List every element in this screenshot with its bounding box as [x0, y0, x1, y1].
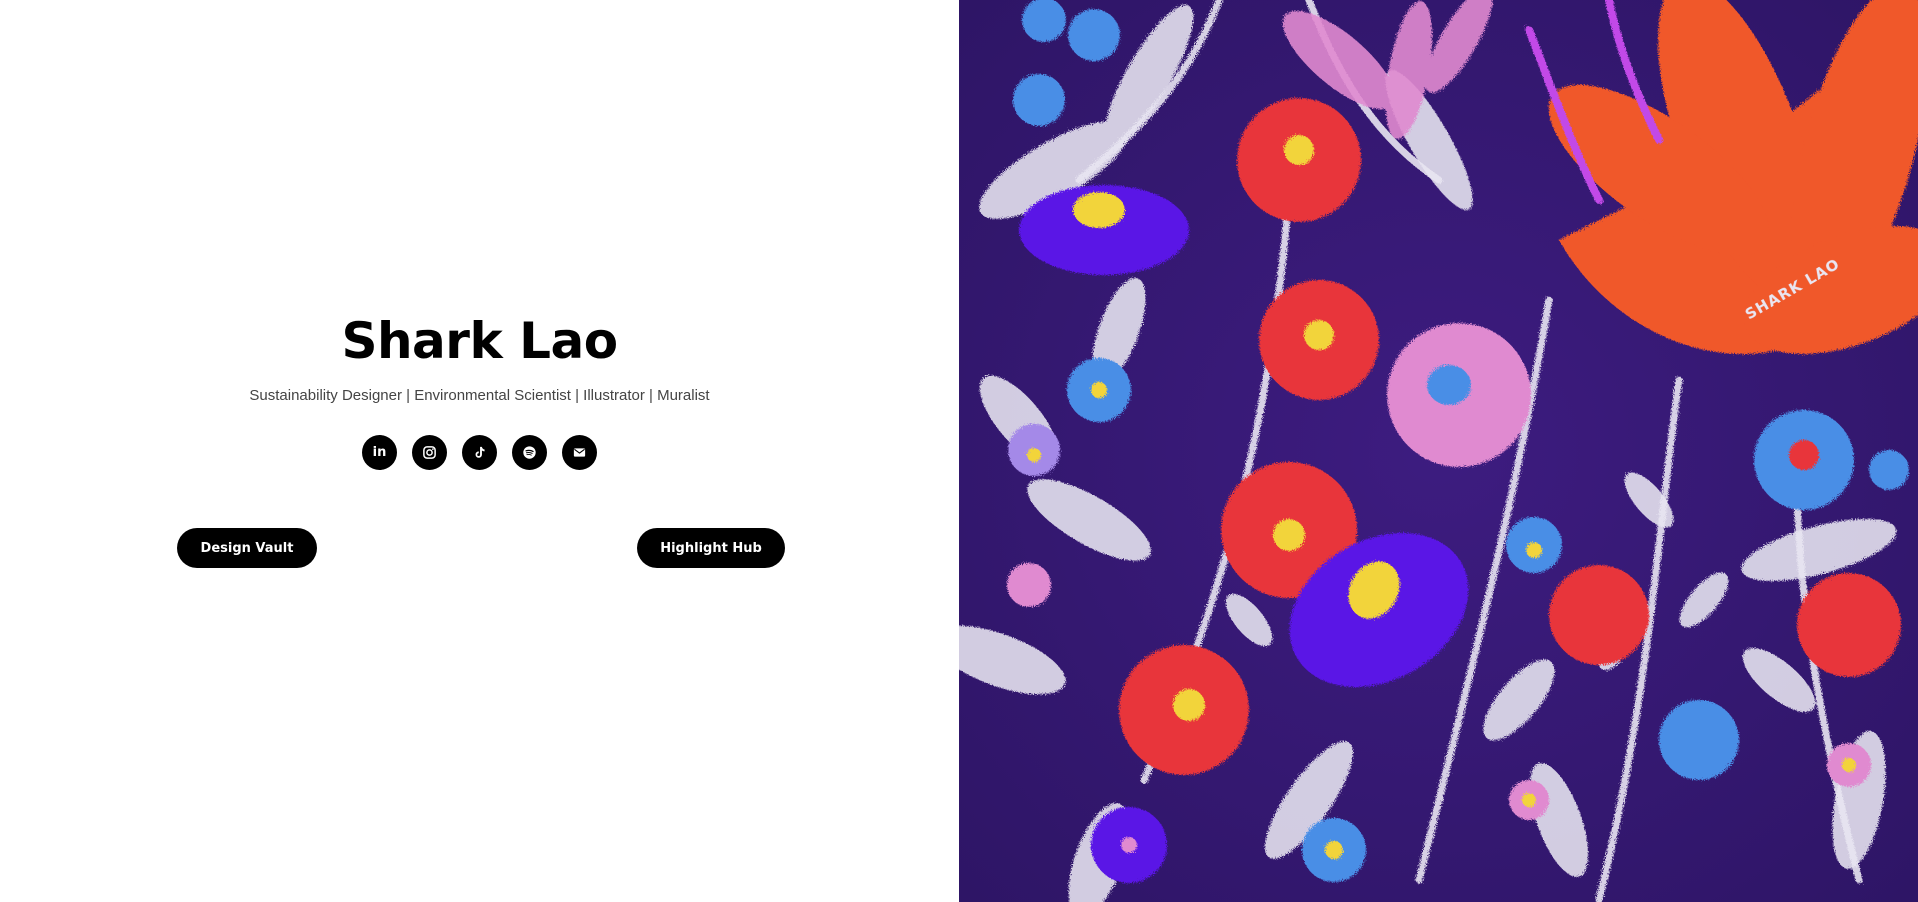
spotify-link[interactable] — [512, 435, 547, 470]
email-link[interactable] — [562, 435, 597, 470]
profile-name: Shark Lao — [341, 312, 618, 370]
profile-panel: Shark Lao Sustainability Designer | Envi… — [0, 0, 959, 902]
email-icon — [573, 448, 586, 457]
tiktok-icon — [475, 446, 485, 458]
design-vault-button[interactable]: Design Vault — [177, 528, 317, 568]
floral-pastel-illustration: SHARK LAO — [959, 0, 1918, 902]
profile-tagline: Sustainability Designer | Environmental … — [249, 387, 710, 404]
social-links: in — [362, 435, 597, 470]
highlight-hub-button[interactable]: Highlight Hub — [637, 528, 785, 568]
instagram-link[interactable] — [412, 435, 447, 470]
spotify-icon — [523, 446, 536, 459]
tiktok-link[interactable] — [462, 435, 497, 470]
floral-artwork: SHARK LAO — [959, 0, 1918, 902]
instagram-icon — [423, 446, 436, 459]
linkedin-link[interactable]: in — [362, 435, 397, 470]
linkedin-icon: in — [372, 445, 387, 460]
